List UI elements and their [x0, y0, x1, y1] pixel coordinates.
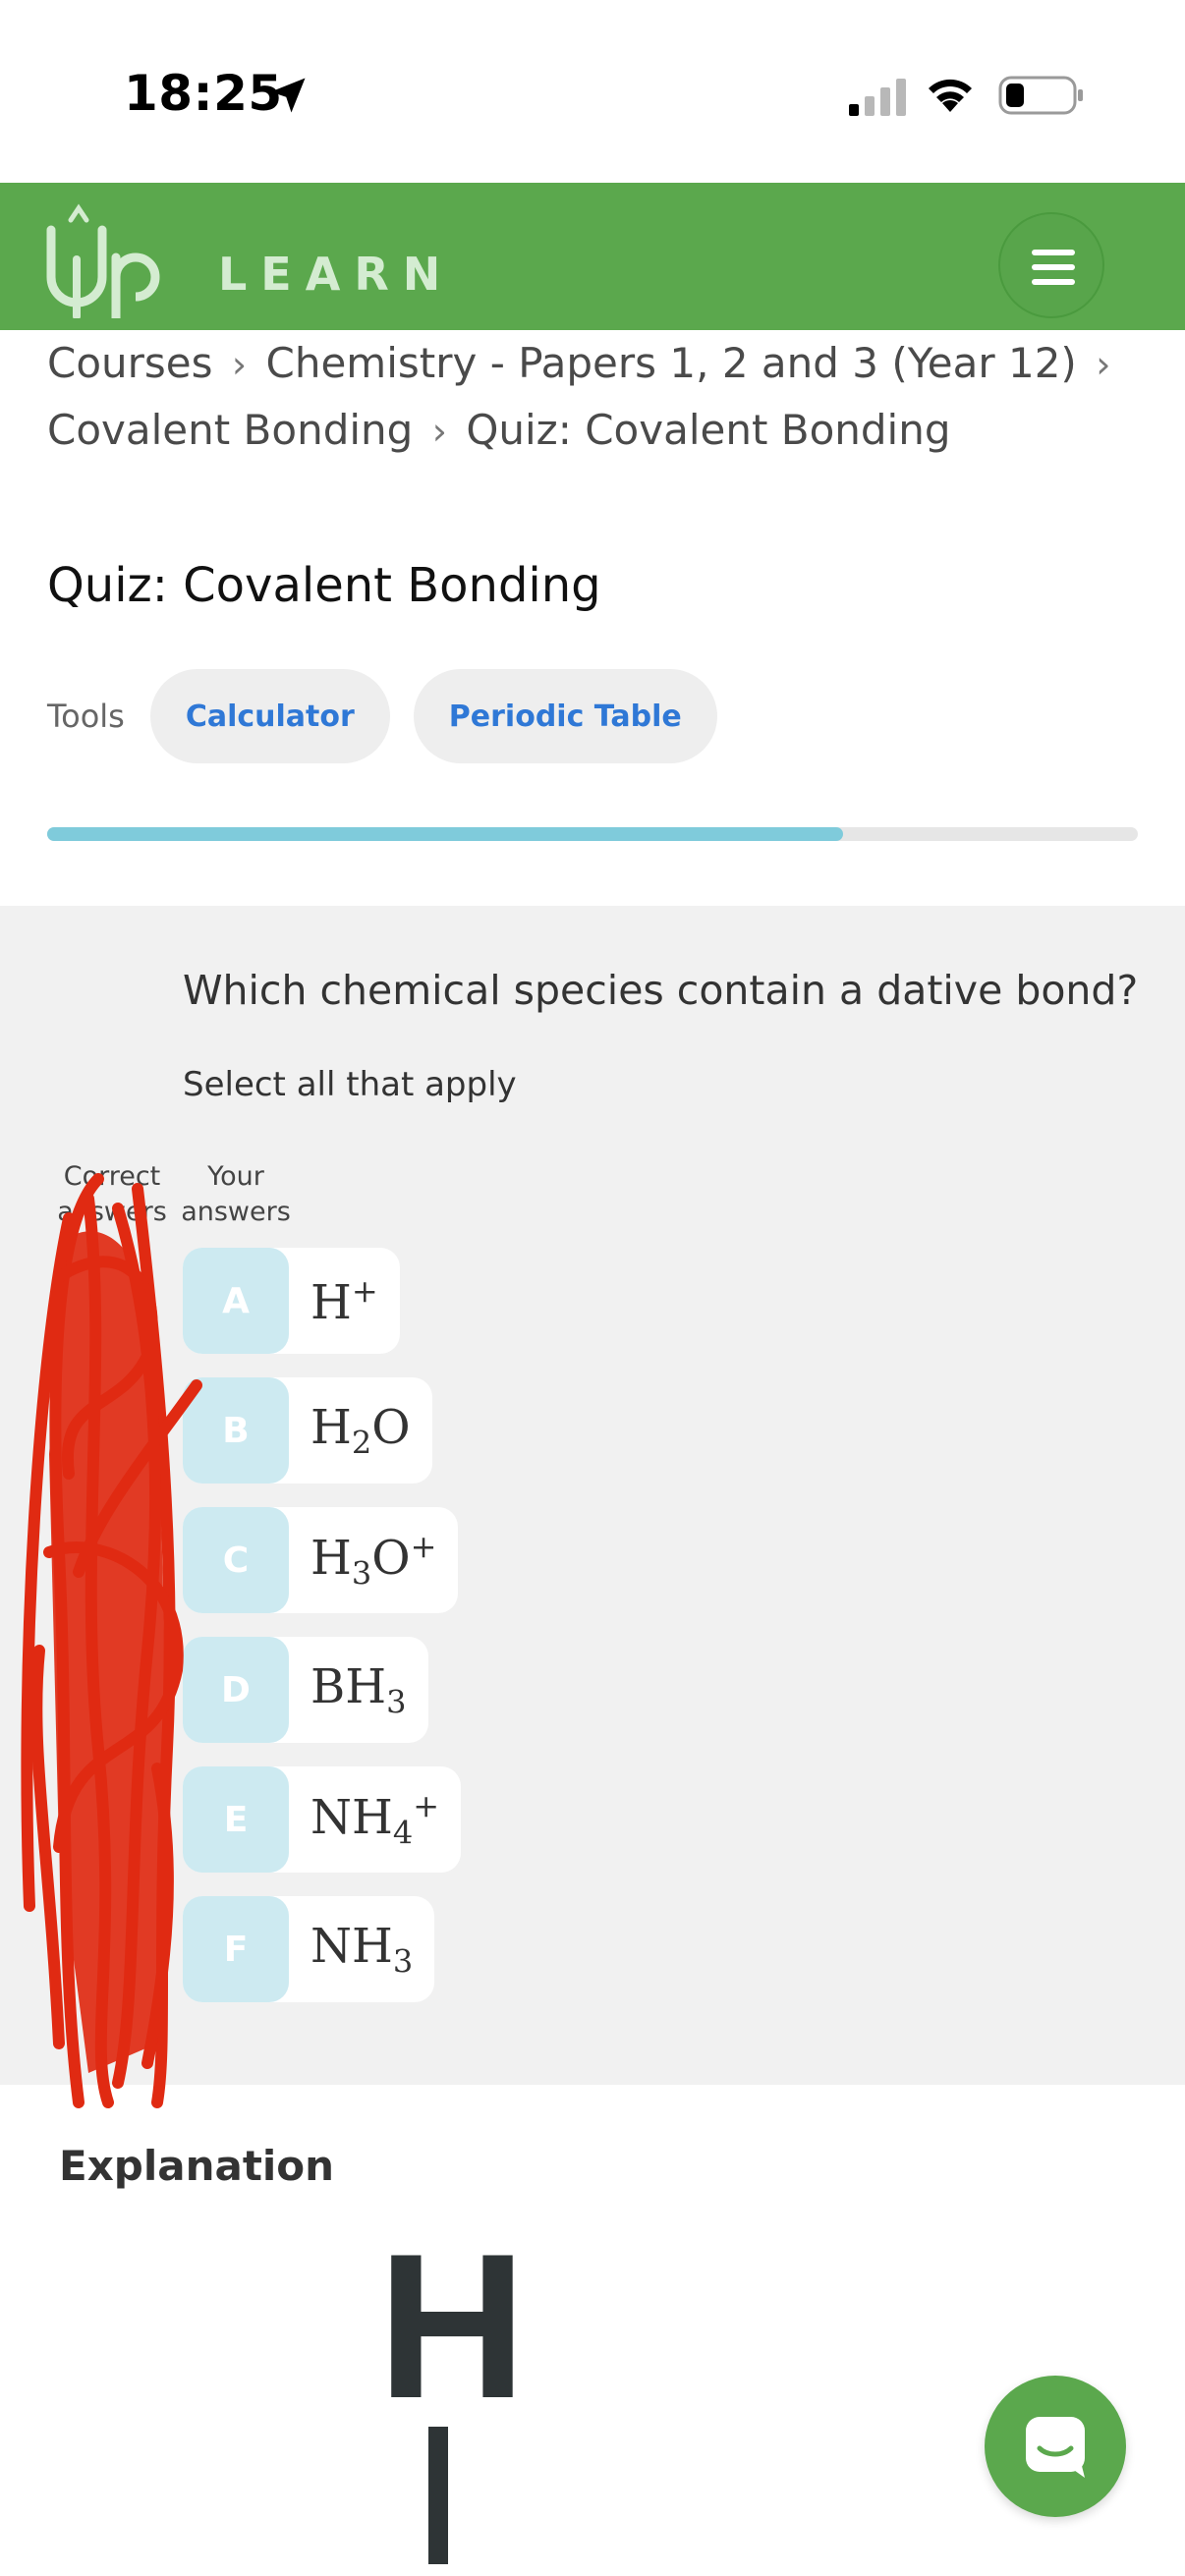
explanation-title: Explanation [59, 2142, 335, 2190]
red-scribble-redaction [21, 1173, 202, 2108]
up-logo-icon [46, 203, 160, 318]
chat-button[interactable] [985, 2376, 1126, 2517]
wifi-icon [929, 79, 972, 112]
option-formula: H2O [310, 1399, 411, 1462]
breadcrumb: Courses › Chemistry - Papers 1, 2 and 3 (Y… [47, 330, 1157, 464]
progress-fill [47, 827, 844, 841]
hamburger-icon-bar [1032, 264, 1075, 270]
option-formula: H+ [310, 1271, 378, 1330]
cellular-signal-icon [849, 79, 906, 116]
question-text: Which chemical species contain a dative … [183, 967, 1139, 1014]
instruction-text: Select all that apply [183, 1065, 517, 1104]
battery-icon [998, 76, 1083, 115]
breadcrumb-current: Quiz: Covalent Bonding [466, 406, 951, 454]
breadcrumb-course[interactable]: Chemistry - Papers 1, 2 and 3 (Year 12) [266, 339, 1077, 387]
molecule-diagram: H [377, 2240, 527, 2564]
hamburger-icon-bar [1032, 279, 1075, 285]
chevron-right-icon: › [431, 410, 447, 453]
logo-text: LEARN [218, 248, 455, 301]
chat-bubble-icon [1026, 2417, 1085, 2478]
breadcrumb-courses[interactable]: Courses [47, 339, 213, 387]
progress-bar [47, 827, 1138, 841]
option-formula: BH3 [310, 1658, 407, 1721]
status-time: 18:25 [124, 65, 283, 122]
option-formula: H3O+ [310, 1528, 437, 1593]
tools-label: Tools [47, 698, 125, 735]
menu-button[interactable] [998, 212, 1104, 318]
location-arrow-icon [270, 78, 306, 113]
tools-row: Tools Calculator Periodic Table [47, 668, 741, 764]
chevron-right-icon: › [1096, 343, 1111, 386]
option-formula: NH4+ [310, 1787, 440, 1852]
uplearn-logo[interactable]: LEARN [43, 200, 440, 318]
chevron-right-icon: › [231, 343, 248, 386]
hamburger-icon [1032, 250, 1075, 255]
status-bar: 18:25 [0, 0, 1185, 183]
page-title: Quiz: Covalent Bonding [47, 558, 601, 613]
calculator-button[interactable]: Calculator [149, 669, 390, 763]
periodic-table-button[interactable]: Periodic Table [413, 669, 717, 763]
app-header: LEARN [0, 183, 1185, 330]
breadcrumb-topic[interactable]: Covalent Bonding [47, 406, 413, 454]
option-formula: NH3 [310, 1918, 414, 1981]
molecule-atom-label: H [377, 2240, 527, 2441]
